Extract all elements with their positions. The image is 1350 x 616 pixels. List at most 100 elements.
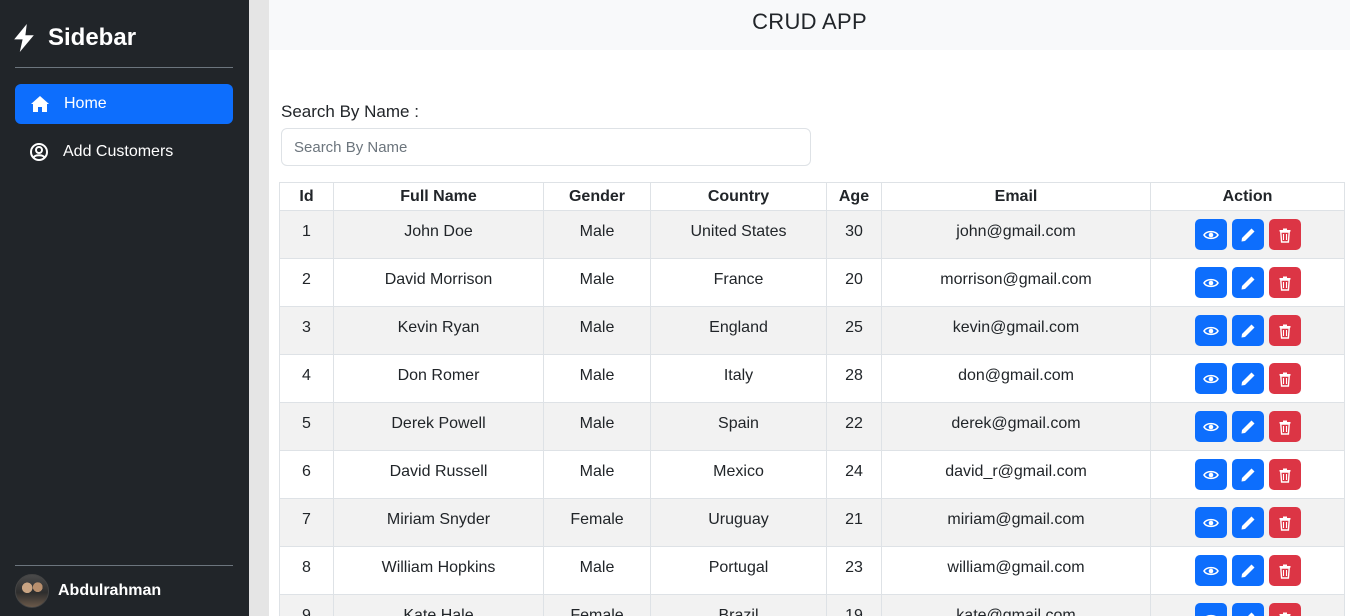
column-header-email: Email [881, 182, 1151, 211]
column-header-full-name: Full Name [333, 182, 544, 211]
view-button[interactable] [1194, 459, 1227, 490]
user-name: Abdulrahman [58, 582, 162, 599]
search-input[interactable] [281, 128, 811, 166]
view-button[interactable] [1194, 603, 1227, 616]
cell-actions [1150, 402, 1345, 451]
cell-age: 20 [826, 258, 882, 307]
view-button[interactable] [1194, 363, 1227, 394]
view-button[interactable] [1194, 555, 1227, 586]
row-actions [1194, 459, 1301, 490]
edit-button[interactable] [1231, 363, 1264, 394]
row-actions [1194, 363, 1301, 394]
cell-age: 28 [826, 354, 882, 403]
delete-button[interactable] [1268, 363, 1301, 394]
sidebar-brand-text: Sidebar [48, 24, 137, 51]
sidebar-item-add-customers[interactable]: Add Customers [15, 132, 233, 172]
delete-button[interactable] [1268, 411, 1301, 442]
delete-button[interactable] [1268, 555, 1301, 586]
view-button[interactable] [1194, 507, 1227, 538]
eye-icon [1202, 467, 1219, 483]
cell-full-name: William Hopkins [333, 546, 544, 595]
view-button[interactable] [1194, 267, 1227, 298]
edit-button[interactable] [1231, 507, 1264, 538]
cell-email: david_r@gmail.com [881, 450, 1151, 499]
cell-email: john@gmail.com [881, 210, 1151, 259]
cell-actions [1150, 498, 1345, 547]
cell-actions [1150, 306, 1345, 355]
eye-icon [1202, 275, 1219, 291]
cell-age: 19 [826, 594, 882, 616]
edit-button[interactable] [1231, 411, 1264, 442]
trash-icon [1277, 227, 1293, 243]
eye-icon [1202, 323, 1219, 339]
user-profile[interactable]: Abdulrahman [15, 574, 161, 608]
row-actions [1194, 507, 1301, 538]
cell-age: 22 [826, 402, 882, 451]
edit-button[interactable] [1231, 219, 1264, 250]
cell-age: 25 [826, 306, 882, 355]
delete-button[interactable] [1268, 219, 1301, 250]
sidebar-brand[interactable]: Sidebar [12, 22, 136, 54]
cell-gender: Male [543, 546, 651, 595]
trash-icon [1277, 515, 1293, 531]
cell-country: Spain [650, 402, 827, 451]
view-button[interactable] [1194, 315, 1227, 346]
cell-gender: Male [543, 306, 651, 355]
column-header-id: Id [279, 182, 334, 211]
cell-country: England [650, 306, 827, 355]
eye-icon [1203, 611, 1219, 616]
cell-actions [1150, 594, 1345, 616]
trash-icon [1277, 419, 1293, 435]
eye-icon [1202, 515, 1219, 531]
table-row: 7 Miriam Snyder Female Uruguay 21 miriam@gmai… [279, 498, 1345, 547]
column-header-action: Action [1150, 182, 1345, 211]
column-header-gender: Gender [543, 182, 651, 211]
cell-id: 9 [279, 594, 334, 616]
cell-full-name: Don Romer [333, 354, 544, 403]
cell-full-name: John Doe [333, 210, 544, 259]
delete-button[interactable] [1268, 459, 1301, 490]
cell-actions [1150, 258, 1345, 307]
view-button[interactable] [1194, 411, 1227, 442]
table-row: 9 Kate Hale Female Brazil 19 kate@gmail.com [279, 594, 1345, 616]
cell-age: 23 [826, 546, 882, 595]
cell-id: 1 [279, 210, 334, 259]
delete-button[interactable] [1268, 507, 1301, 538]
edit-button[interactable] [1231, 459, 1264, 490]
table-row: 5 Derek Powell Male Spain 22 derek@gmail.com [279, 402, 1345, 451]
cell-full-name: David Russell [333, 450, 544, 499]
sidebar: Sidebar Home Add Customers Abdulrahman [0, 0, 249, 616]
edit-button[interactable] [1231, 315, 1264, 346]
pencil-icon [1240, 323, 1256, 339]
cell-gender: Male [543, 258, 651, 307]
cell-email: miriam@gmail.com [881, 498, 1151, 547]
edit-button[interactable] [1231, 603, 1264, 616]
edit-button[interactable] [1231, 267, 1264, 298]
cell-email: william@gmail.com [881, 546, 1151, 595]
table-row: 8 William Hopkins Male Portugal 23 william@gm… [279, 546, 1345, 595]
view-button[interactable] [1194, 219, 1227, 250]
cell-country: Portugal [650, 546, 827, 595]
trash-icon [1277, 323, 1293, 339]
sidebar-divider [15, 67, 233, 68]
cell-country: Brazil [650, 594, 827, 616]
trash-icon [1277, 275, 1293, 291]
cell-age: 21 [826, 498, 882, 547]
sidebar-item-home[interactable]: Home [15, 84, 233, 124]
cell-id: 4 [279, 354, 334, 403]
eye-icon [1202, 419, 1219, 435]
pencil-icon [1240, 227, 1256, 243]
delete-button[interactable] [1268, 315, 1301, 346]
edit-button[interactable] [1231, 555, 1264, 586]
cell-country: Italy [650, 354, 827, 403]
customers-table-wrapper: Id Full Name Gender Country Age Email Ac… [279, 182, 1345, 616]
app-header: CRUD APP [269, 0, 1350, 50]
delete-button[interactable] [1268, 267, 1301, 298]
cell-email: kate@gmail.com [881, 594, 1151, 616]
lightning-icon [14, 24, 34, 52]
delete-button[interactable] [1268, 603, 1301, 616]
cell-age: 30 [826, 210, 882, 259]
trash-icon [1277, 467, 1293, 483]
pencil-icon [1240, 275, 1256, 291]
cell-id: 7 [279, 498, 334, 547]
